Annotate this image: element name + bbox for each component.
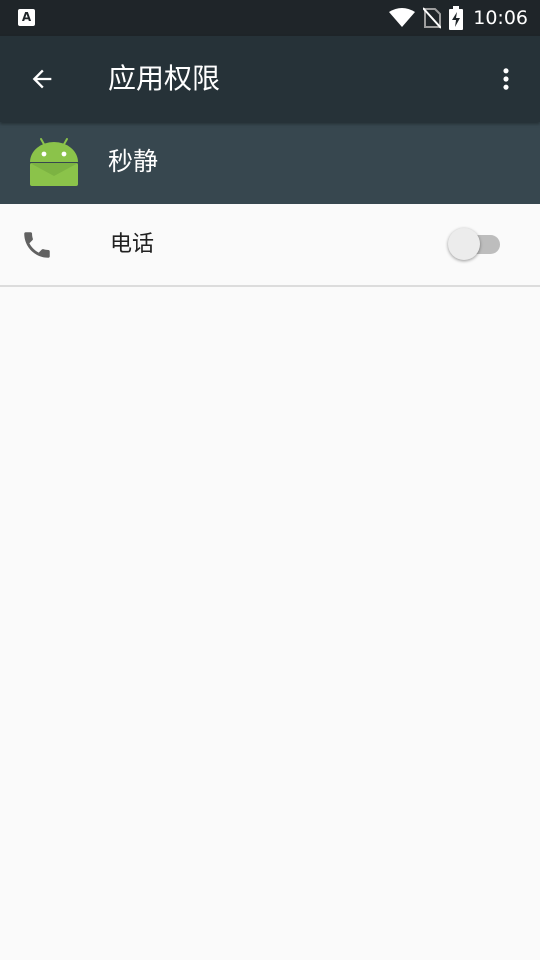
page-title: 应用权限 <box>108 62 221 95</box>
status-bar: A 10:06 <box>0 0 540 36</box>
no-sim-icon <box>423 7 442 29</box>
more-options-button[interactable] <box>482 55 530 103</box>
permission-label: 电话 <box>110 232 155 257</box>
more-vert-icon <box>503 68 509 90</box>
toolbar: 应用权限 <box>0 36 540 122</box>
arrow-left-icon <box>32 69 52 89</box>
phone-icon <box>24 232 50 258</box>
accessibility-icon: A <box>18 9 35 26</box>
battery-charging-icon <box>449 6 464 30</box>
phone-permission-toggle[interactable] <box>448 226 502 262</box>
app-name: 秒静 <box>108 147 159 176</box>
app-header: 秒静 <box>0 122 540 204</box>
android-robot-icon <box>30 138 78 186</box>
wifi-icon <box>389 8 416 28</box>
status-time: 10:06 <box>473 7 528 29</box>
status-icons: 10:06 <box>381 0 528 36</box>
toggle-thumb <box>448 228 480 260</box>
back-button[interactable] <box>18 55 66 103</box>
divider <box>0 285 540 287</box>
